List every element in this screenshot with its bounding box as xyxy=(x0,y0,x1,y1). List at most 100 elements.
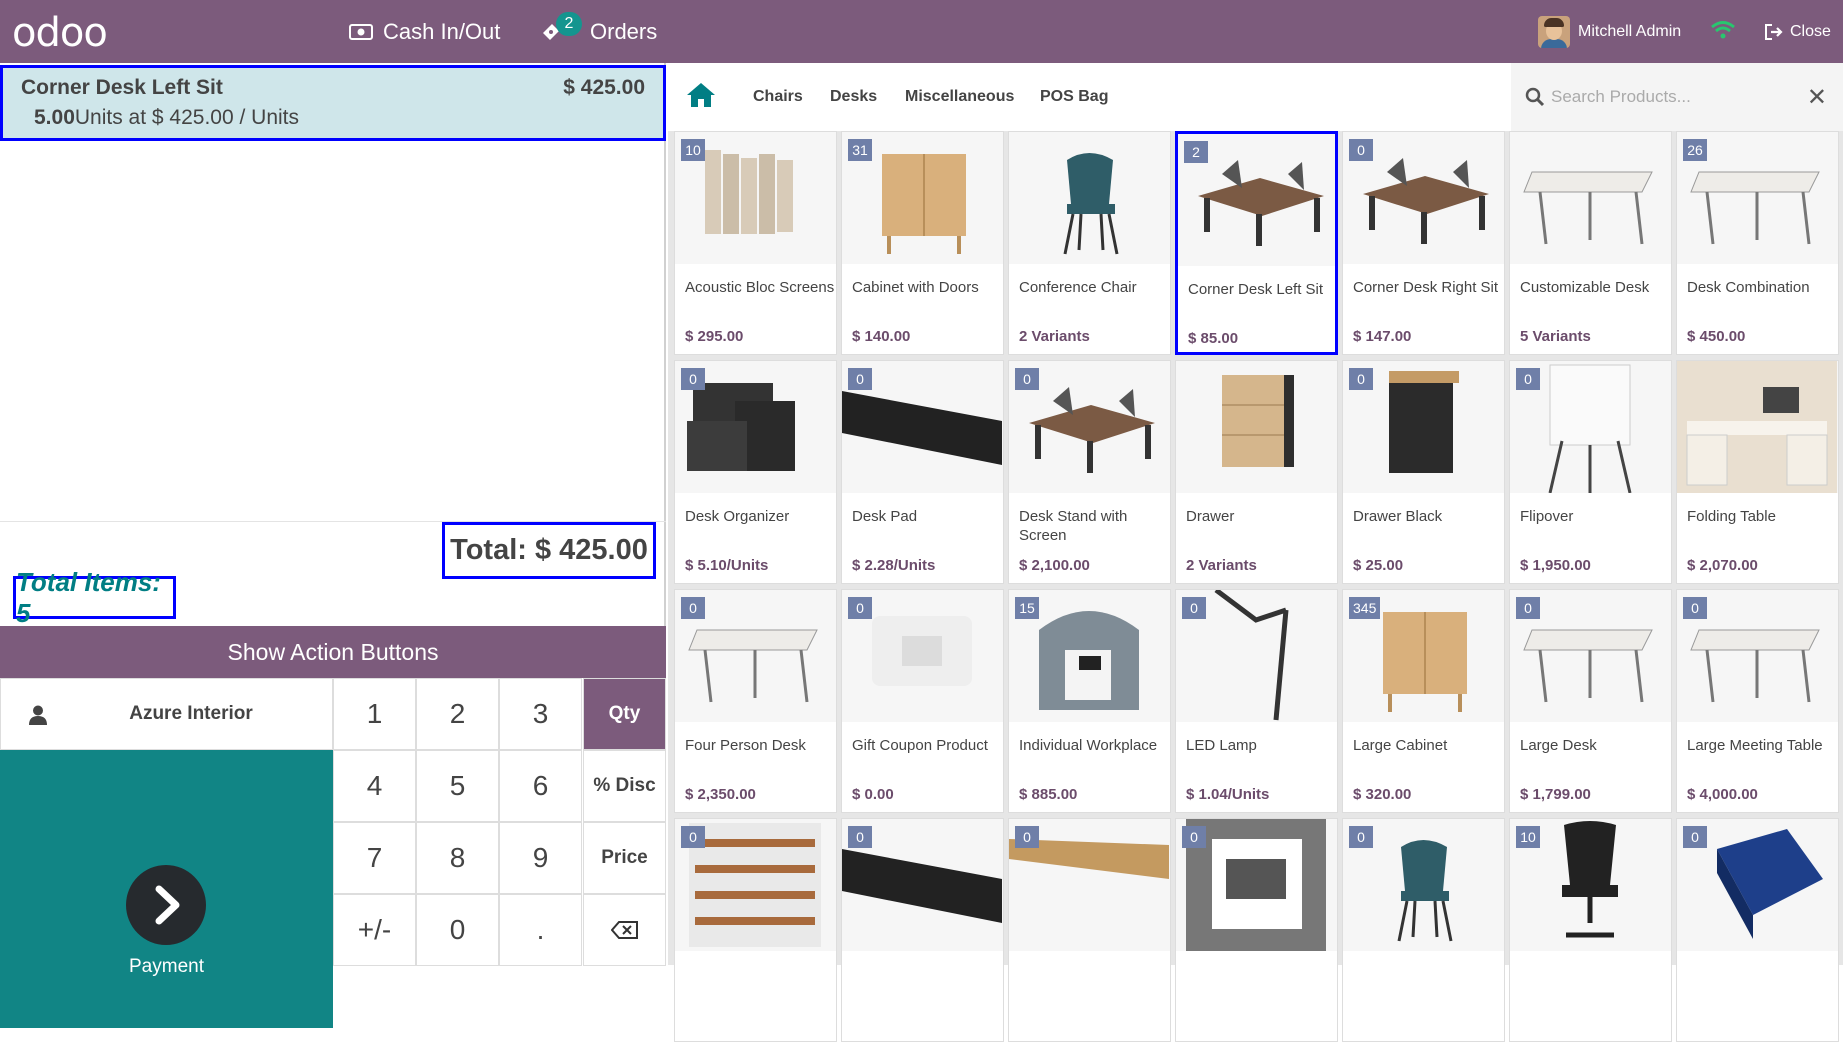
key-4[interactable]: 4 xyxy=(333,750,416,822)
product-price: $ 450.00 xyxy=(1687,328,1746,345)
stock-badge: 0 xyxy=(1015,826,1039,848)
stock-badge: 10 xyxy=(681,139,705,161)
product-image xyxy=(1176,361,1337,493)
product-image xyxy=(1009,132,1170,264)
order-line-info: 5.00Units at $ 425.00 / Units xyxy=(34,106,299,130)
product-card[interactable]: 10 xyxy=(1509,818,1672,1042)
discount-mode-button[interactable]: % Disc xyxy=(583,750,666,822)
wifi-icon xyxy=(1711,21,1735,39)
product-price: $ 1,799.00 xyxy=(1520,786,1591,803)
product-grid: 10 Acoustic Bloc Screens $ 295.00 31 Cabinet… xyxy=(674,131,1843,1042)
product-card[interactable]: 0 LED Lamp $ 1.04/Units xyxy=(1175,589,1338,813)
product-card[interactable]: 0 Large Desk $ 1,799.00 xyxy=(1509,589,1672,813)
stock-badge: 0 xyxy=(1182,597,1206,619)
customer-name: Azure Interior xyxy=(129,703,253,724)
product-card[interactable]: 0 xyxy=(674,818,837,1042)
qty-mode-button[interactable]: Qty xyxy=(583,678,666,750)
order-line[interactable]: Corner Desk Left Sit $ 425.00 5.00Units … xyxy=(0,65,666,141)
product-card[interactable]: 0 Desk Pad $ 2.28/Units xyxy=(841,360,1004,584)
category-desks[interactable]: Desks xyxy=(830,63,877,131)
show-action-buttons[interactable]: Show Action Buttons xyxy=(0,626,666,678)
product-card[interactable]: 345 Large Cabinet $ 320.00 xyxy=(1342,589,1505,813)
category-pos-bag[interactable]: POS Bag xyxy=(1040,63,1108,131)
product-card[interactable]: 0 xyxy=(1676,818,1839,1042)
key-plus-minus[interactable]: +/- xyxy=(333,894,416,966)
stock-badge: 15 xyxy=(1015,597,1039,619)
search-input[interactable] xyxy=(1551,83,1791,111)
chevron-right-icon xyxy=(155,885,180,925)
product-price: 2 Variants xyxy=(1186,557,1257,574)
top-bar: odoo Cash In/Out Orders 2 Mitchell Admin… xyxy=(0,0,1843,63)
payment-button[interactable]: Payment xyxy=(0,750,333,1028)
product-card[interactable]: Conference Chair 2 Variants xyxy=(1008,131,1171,355)
price-mode-button[interactable]: Price xyxy=(583,822,666,894)
cash-in-out-button[interactable]: Cash In/Out xyxy=(349,0,500,63)
orders-button[interactable]: Orders xyxy=(540,0,657,63)
product-card[interactable]: 0 Four Person Desk $ 2,350.00 xyxy=(674,589,837,813)
product-area: Chairs Desks Miscellaneous POS Bag ✕ 10 A… xyxy=(668,63,1843,1042)
product-card[interactable]: 0 xyxy=(1342,818,1505,1042)
product-name: Conference Chair xyxy=(1019,279,1137,296)
product-name: Corner Desk Left Sit xyxy=(1188,281,1324,298)
product-name: Desk Pad xyxy=(852,508,918,525)
key-8[interactable]: 8 xyxy=(416,822,499,894)
product-card[interactable]: 26 Desk Combination $ 450.00 xyxy=(1676,131,1839,355)
order-panel: Corner Desk Left Sit $ 425.00 5.00Units … xyxy=(0,63,666,1028)
product-card[interactable]: 0 Desk Stand with Screen $ 2,100.00 xyxy=(1008,360,1171,584)
product-card[interactable]: 0 Drawer Black $ 25.00 xyxy=(1342,360,1505,584)
product-card[interactable]: 0 xyxy=(1175,818,1338,1042)
key-1[interactable]: 1 xyxy=(333,678,416,750)
product-price: $ 320.00 xyxy=(1353,786,1412,803)
category-chairs[interactable]: Chairs xyxy=(753,63,803,131)
product-name: Desk Combination xyxy=(1687,279,1810,296)
clear-search-icon[interactable]: ✕ xyxy=(1807,83,1827,112)
stock-badge: 0 xyxy=(681,368,705,390)
key-3[interactable]: 3 xyxy=(499,678,582,750)
product-name: LED Lamp xyxy=(1186,737,1257,754)
product-card[interactable]: 0 xyxy=(841,818,1004,1042)
product-price: $ 2.28/Units xyxy=(852,557,936,574)
product-card[interactable]: Customizable Desk 5 Variants xyxy=(1509,131,1672,355)
key-6[interactable]: 6 xyxy=(499,750,582,822)
user-menu[interactable]: Mitchell Admin xyxy=(1538,0,1681,63)
key-0[interactable]: 0 xyxy=(416,894,499,966)
product-price: $ 140.00 xyxy=(852,328,911,345)
key-9[interactable]: 9 xyxy=(499,822,582,894)
key-2[interactable]: 2 xyxy=(416,678,499,750)
product-card[interactable]: Drawer 2 Variants xyxy=(1175,360,1338,584)
product-card[interactable]: 0 Large Meeting Table $ 4,000.00 xyxy=(1676,589,1839,813)
product-card[interactable]: 0 Gift Coupon Product $ 0.00 xyxy=(841,589,1004,813)
product-price: 2 Variants xyxy=(1019,328,1090,345)
product-price: $ 5.10/Units xyxy=(685,557,769,574)
product-card[interactable]: 2 Corner Desk Left Sit $ 85.00 xyxy=(1175,131,1338,355)
home-icon[interactable] xyxy=(686,81,716,109)
product-card[interactable]: 0 xyxy=(1008,818,1171,1042)
key-7[interactable]: 7 xyxy=(333,822,416,894)
product-card[interactable]: 0 Corner Desk Right Sit $ 147.00 xyxy=(1342,131,1505,355)
order-line-qty: 5.00 xyxy=(34,106,75,129)
odoo-logo: odoo xyxy=(12,10,108,56)
product-price: $ 2,350.00 xyxy=(685,786,756,803)
product-card[interactable]: 10 Acoustic Bloc Screens $ 295.00 xyxy=(674,131,837,355)
product-name: Large Meeting Table xyxy=(1687,737,1823,754)
product-price: $ 2,100.00 xyxy=(1019,557,1090,574)
cash-icon xyxy=(349,23,373,40)
customer-button[interactable]: Azure Interior xyxy=(0,678,333,750)
close-button[interactable]: Close xyxy=(1764,0,1831,63)
product-price: $ 1,950.00 xyxy=(1520,557,1591,574)
category-miscellaneous[interactable]: Miscellaneous xyxy=(905,63,1014,131)
product-card[interactable]: 15 Individual Workplace $ 885.00 xyxy=(1008,589,1171,813)
product-card[interactable]: Folding Table $ 2,070.00 xyxy=(1676,360,1839,584)
product-card[interactable]: 31 Cabinet with Doors $ 140.00 xyxy=(841,131,1004,355)
close-label: Close xyxy=(1790,22,1831,40)
stock-badge: 0 xyxy=(1349,368,1373,390)
key-decimal[interactable]: . xyxy=(499,894,582,966)
product-card[interactable]: 0 Desk Organizer $ 5.10/Units xyxy=(674,360,837,584)
product-price: $ 147.00 xyxy=(1353,328,1412,345)
product-price: $ 2,070.00 xyxy=(1687,557,1758,574)
product-name: Corner Desk Right Sit xyxy=(1353,279,1499,296)
key-5[interactable]: 5 xyxy=(416,750,499,822)
product-name: Flipover xyxy=(1520,508,1574,525)
backspace-button[interactable] xyxy=(583,894,666,966)
product-card[interactable]: 0 Flipover $ 1,950.00 xyxy=(1509,360,1672,584)
